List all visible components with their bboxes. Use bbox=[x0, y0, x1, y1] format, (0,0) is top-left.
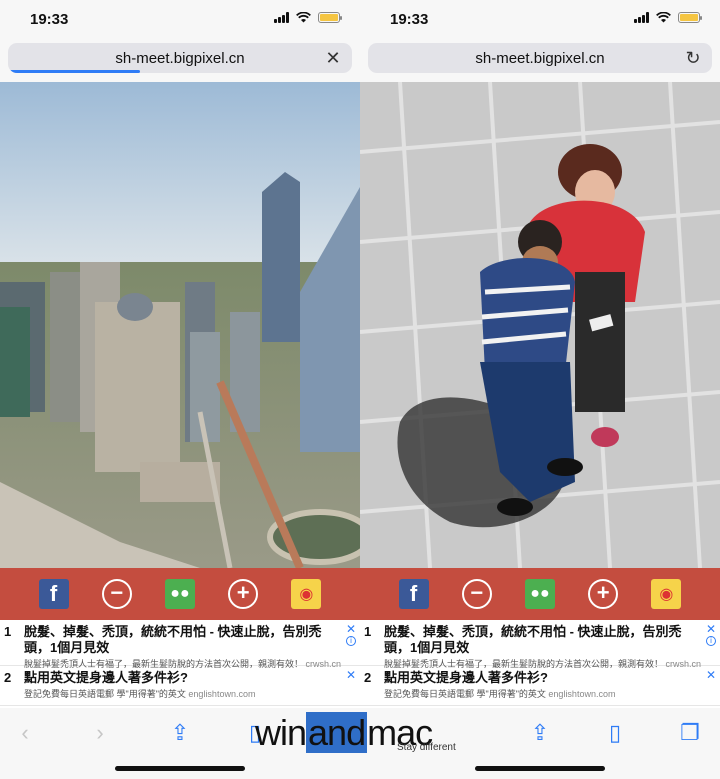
weibo-icon[interactable]: ◉ bbox=[291, 579, 322, 609]
people-zoom-image[interactable] bbox=[360, 82, 720, 568]
ad-number: 2 bbox=[4, 670, 12, 685]
facebook-icon[interactable]: f bbox=[38, 579, 69, 609]
ad-item[interactable]: 1 脫髮、掉髮、禿頂，統統不用怕 - 快速止脫，告別禿頭，1個月見效 脫髮掉髮禿… bbox=[0, 620, 360, 669]
tabs-icon[interactable]: ❐ bbox=[675, 718, 705, 748]
ad-banner: 1 脫髮、掉髮、禿頂，統統不用怕 - 快速止脫，告別禿頭，1個月見效 脫髮掉髮禿… bbox=[360, 620, 720, 708]
address-bar[interactable]: sh-meet.bigpixel.cn ↻ bbox=[368, 43, 712, 73]
watermark-part-a: win bbox=[255, 712, 307, 753]
wechat-icon[interactable]: ●● bbox=[524, 579, 555, 609]
home-indicator bbox=[475, 766, 605, 771]
ad-description: 登記免費每日英語電郵 學"用得著"的英文 bbox=[384, 689, 546, 699]
ad-source: englishtown.com bbox=[188, 689, 256, 699]
wechat-icon[interactable]: ●● bbox=[164, 579, 195, 609]
ad-banner: 1 脫髮、掉髮、禿頂，統統不用怕 - 快速止脫，告別禿頭，1個月見效 脫髮掉髮禿… bbox=[0, 620, 360, 708]
close-icon[interactable]: ✕ bbox=[346, 668, 356, 682]
status-bar: 19:33 bbox=[0, 0, 360, 40]
close-icon[interactable]: ✕ bbox=[706, 622, 716, 636]
city-panorama-image[interactable] bbox=[0, 82, 360, 568]
winandmac-watermark: winandmac Stay different bbox=[255, 712, 465, 756]
ad-description: 登記免費每日英語電郵 學"用得著"的英文 bbox=[24, 689, 186, 699]
ad-number: 1 bbox=[4, 624, 12, 639]
battery-icon bbox=[318, 12, 342, 23]
zoom-out-icon[interactable]: − bbox=[101, 579, 132, 609]
home-indicator bbox=[115, 766, 245, 771]
url-text[interactable]: sh-meet.bigpixel.cn bbox=[368, 50, 712, 67]
bookmarks-icon[interactable]: ▯ bbox=[600, 718, 630, 748]
ad-source: englishtown.com bbox=[548, 689, 616, 699]
address-bar[interactable]: sh-meet.bigpixel.cn ✕ bbox=[8, 43, 352, 73]
info-icon[interactable]: i bbox=[346, 636, 356, 646]
forward-icon[interactable]: › bbox=[85, 718, 115, 748]
back-icon[interactable]: ‹ bbox=[10, 718, 40, 748]
share-bar: f − ●● + ◉ bbox=[0, 568, 360, 620]
facebook-icon[interactable]: f bbox=[398, 579, 429, 609]
reload-icon[interactable]: ↻ bbox=[682, 47, 704, 69]
wifi-icon bbox=[296, 12, 311, 23]
status-bar: 19:33 bbox=[360, 0, 720, 40]
battery-icon bbox=[678, 12, 702, 23]
page-load-progress bbox=[10, 70, 140, 73]
ad-number: 1 bbox=[364, 624, 372, 639]
watermark-tagline: Stay different bbox=[397, 742, 456, 753]
url-text[interactable]: sh-meet.bigpixel.cn bbox=[8, 50, 352, 67]
weibo-icon[interactable]: ◉ bbox=[651, 579, 682, 609]
ad-title[interactable]: 點用英文提身邊人著多件衫? bbox=[384, 666, 720, 686]
wifi-icon bbox=[656, 12, 671, 23]
ad-item[interactable]: 1 脫髮、掉髮、禿頂，統統不用怕 - 快速止脫，告別禿頭，1個月見效 脫髮掉髮禿… bbox=[360, 620, 720, 669]
close-icon[interactable]: ✕ bbox=[346, 622, 356, 636]
watermark-part-b: and bbox=[306, 712, 368, 753]
ad-title[interactable]: 脫髮、掉髮、禿頂，統統不用怕 - 快速止脫，告別禿頭，1個月見效 bbox=[384, 620, 720, 656]
signal-icon bbox=[274, 12, 289, 23]
zoom-in-icon[interactable]: + bbox=[588, 579, 619, 609]
zoom-out-icon[interactable]: − bbox=[461, 579, 492, 609]
ad-title[interactable]: 點用英文提身邊人著多件衫? bbox=[24, 666, 360, 686]
close-icon[interactable]: ✕ bbox=[706, 668, 716, 682]
share-bar: f − ●● + ◉ bbox=[360, 568, 720, 620]
right-phone-screen: 19:33 sh-meet.bigpixel.cn ↻ f − ●● + ◉ 1… bbox=[360, 0, 720, 779]
zoom-in-icon[interactable]: + bbox=[228, 579, 259, 609]
signal-icon bbox=[634, 12, 649, 23]
ad-number: 2 bbox=[364, 670, 372, 685]
share-icon[interactable]: ⇪ bbox=[165, 718, 195, 748]
ad-item[interactable]: 2 點用英文提身邊人著多件衫? 登記免費每日英語電郵 學"用得著"的英文 eng… bbox=[0, 666, 360, 706]
status-time: 19:33 bbox=[30, 11, 69, 28]
info-icon[interactable]: i bbox=[706, 636, 716, 646]
close-icon[interactable]: ✕ bbox=[322, 47, 344, 69]
ad-title[interactable]: 脫髮、掉髮、禿頂，統統不用怕 - 快速止脫，告別禿頭，1個月見效 bbox=[24, 620, 360, 656]
left-phone-screen: 19:33 sh-meet.bigpixel.cn ✕ f − ●● + ◉ 1… bbox=[0, 0, 360, 779]
status-time: 19:33 bbox=[390, 11, 429, 28]
ad-item[interactable]: 2 點用英文提身邊人著多件衫? 登記免費每日英語電郵 學"用得著"的英文 eng… bbox=[360, 666, 720, 706]
share-icon[interactable]: ⇪ bbox=[525, 718, 555, 748]
